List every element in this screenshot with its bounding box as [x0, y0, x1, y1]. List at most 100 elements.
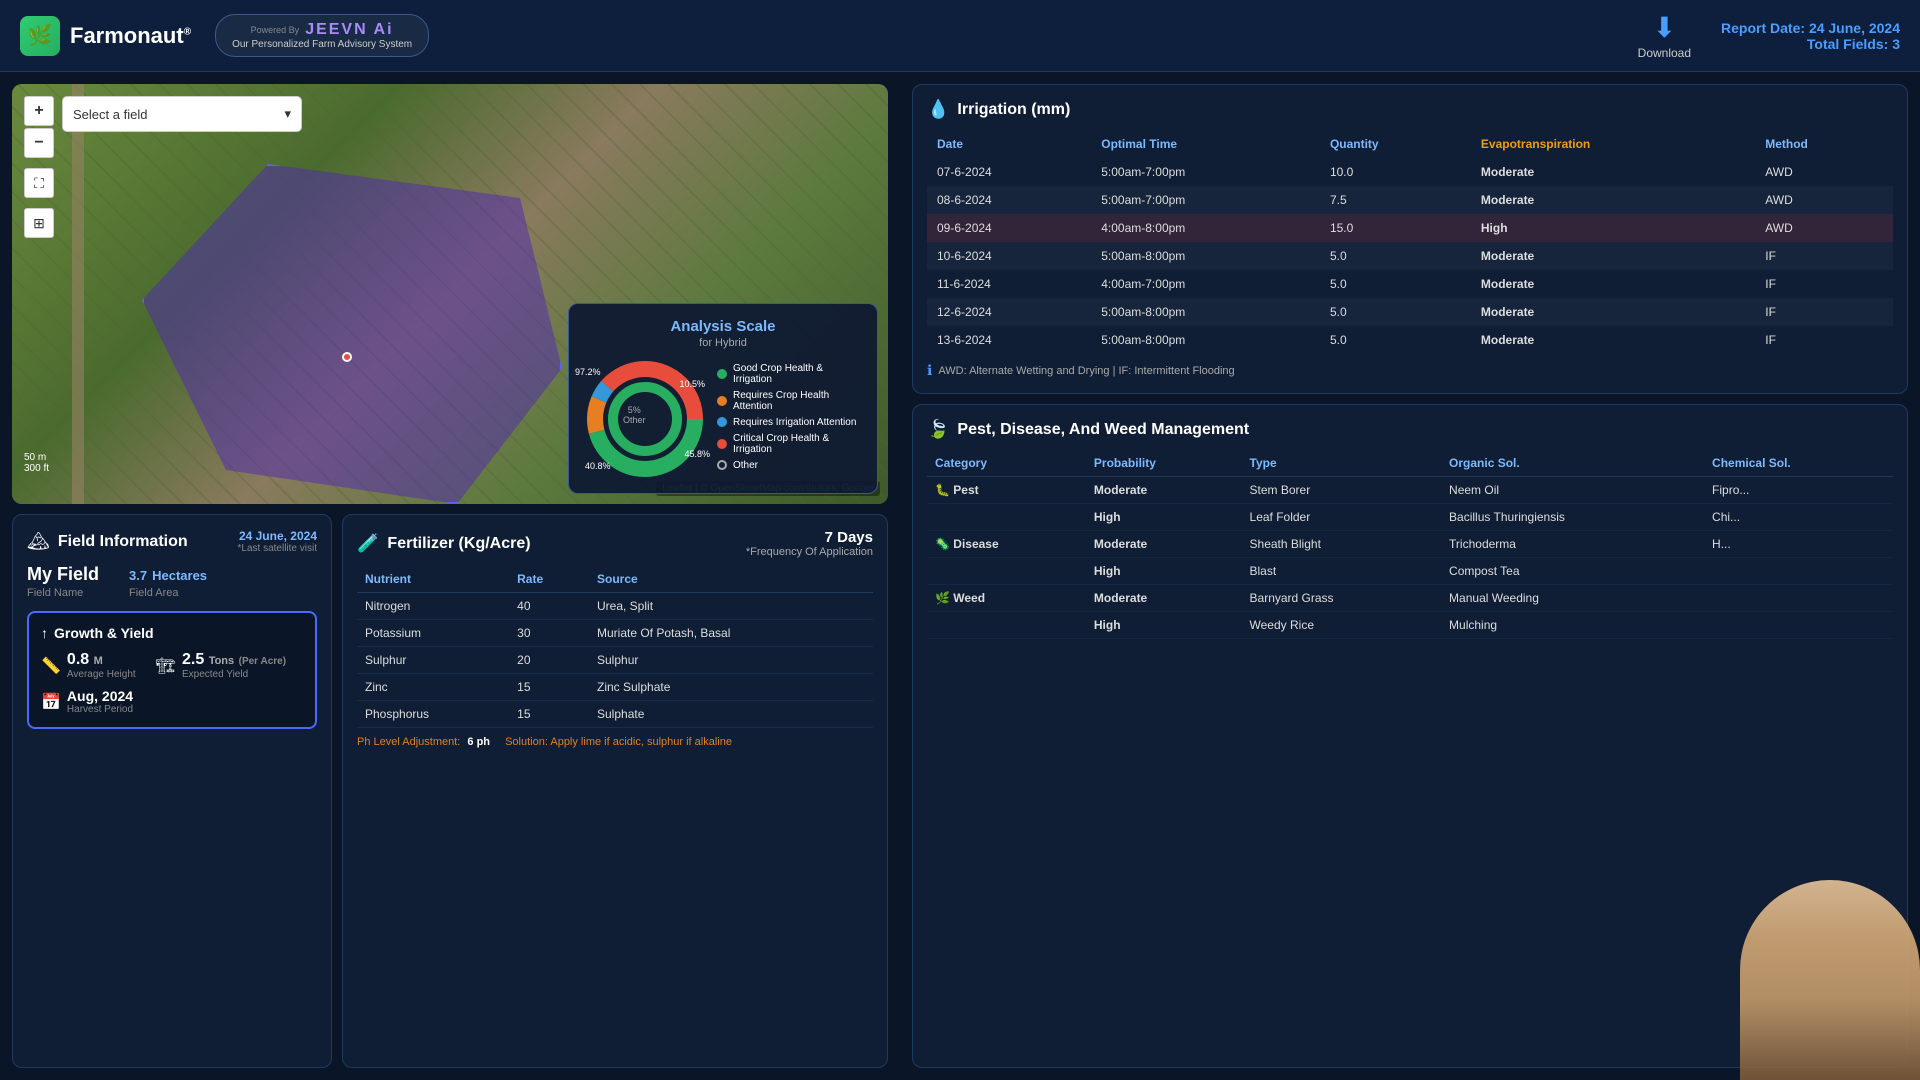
- irrigation-row: 13-6-20245:00am-8:00pm5.0ModerateIF: [927, 326, 1893, 354]
- col-optimal-time: Optimal Time: [1091, 130, 1320, 158]
- legend-item-crop-attention: Requires Crop Health Attention: [717, 390, 861, 412]
- pest-row: HighBlastCompost Tea: [927, 558, 1893, 585]
- powered-by-label: Powered By: [251, 25, 300, 35]
- field-area-value: 3.7 Hectares: [129, 564, 207, 585]
- layer-button[interactable]: ⊞: [24, 208, 54, 238]
- total-fields-value: 3: [1892, 36, 1900, 52]
- growth-icon: ↑: [41, 625, 48, 641]
- fertilizer-row: Potassium30Muriate Of Potash, Basal: [357, 620, 873, 647]
- report-date-value: 24 June, 2024: [1809, 20, 1900, 36]
- irrigation-row: 07-6-20245:00am-7:00pm10.0ModerateAWD: [927, 158, 1893, 186]
- field-info-panel: 🏔 Field Information 24 June, 2024 *Last …: [12, 514, 332, 1068]
- growth-stats: 📏 0.8 M Average Height 🏗: [41, 651, 303, 680]
- legend-dot-crop: [717, 396, 727, 406]
- fertilizer-note: Ph Level Adjustment: 6 ph Solution: Appl…: [357, 736, 873, 748]
- zoom-in-button[interactable]: +: [24, 96, 54, 126]
- legend-item-irrigation-attention: Requires Irrigation Attention: [717, 417, 861, 428]
- jeevn-badge: Powered By JEEVN Ai Our Personalized Far…: [215, 14, 429, 57]
- fertilizer-days: 7 Days: [746, 529, 873, 546]
- fertilizer-table: Nutrient Rate Source Nitrogen40Urea, Spl…: [357, 566, 873, 728]
- solution-link[interactable]: Apply lime if acidic, sulphur if alkalin…: [550, 736, 732, 748]
- irrigation-row: 10-6-20245:00am-8:00pm5.0ModerateIF: [927, 242, 1893, 270]
- yield-stat: 🏗 2.5 Tons (Per Acre) Expected Yield: [156, 651, 286, 680]
- irrigation-note: ℹ AWD: Alternate Wetting and Drying | IF…: [927, 362, 1893, 379]
- yield-label: Expected Yield: [182, 669, 286, 680]
- download-button[interactable]: ⬇ Download: [1638, 11, 1691, 60]
- growth-yield-box: ↑ Growth & Yield 📏 0.8 M Average Heig: [27, 611, 317, 729]
- field-info-title: Field Information: [58, 533, 188, 551]
- legend-item-other: Other: [717, 460, 861, 471]
- harvest-period-value: Aug, 2024: [67, 688, 133, 704]
- col-category: Category: [927, 450, 1086, 477]
- logo-icon: 🌿: [20, 16, 60, 56]
- field-info-header: 🏔 Field Information 24 June, 2024 *Last …: [27, 529, 317, 554]
- harvest-icon: 📅: [41, 692, 61, 712]
- field-name-stat: My Field Field Name: [27, 564, 99, 599]
- col-organic-sol: Organic Sol.: [1441, 450, 1704, 477]
- fertilizer-row: Zinc15Zinc Sulphate: [357, 674, 873, 701]
- legend-dot-irrigation: [717, 417, 727, 427]
- col-evap: Evapotranspiration: [1471, 130, 1755, 158]
- download-icon: ⬇: [1653, 11, 1676, 44]
- map-scale: 50 m 300 ft: [24, 452, 49, 474]
- info-icon: ℹ: [927, 362, 932, 379]
- irrigation-header: 💧 Irrigation (mm): [927, 99, 1893, 120]
- header: 🌿 Farmonaut® Powered By JEEVN Ai Our Per…: [0, 0, 1920, 72]
- field-select-dropdown[interactable]: Select a field ▾: [62, 96, 302, 132]
- col-method: Method: [1755, 130, 1893, 158]
- analysis-scale-subtitle: for Hybrid: [585, 337, 861, 349]
- bottom-left-panels: 🏔 Field Information 24 June, 2024 *Last …: [12, 514, 888, 1068]
- irrigation-row: 09-6-20244:00am-8:00pm15.0HighAWD: [927, 214, 1893, 242]
- chart-label-other: 5% Other: [623, 405, 646, 425]
- fertilizer-freq-label: *Frequency Of Application: [746, 546, 873, 558]
- left-panel: + − ⛶ ⊞ Select a field ▾ 50 m 300 ft Lea…: [0, 72, 900, 1080]
- harvest-period-label: Harvest Period: [67, 704, 133, 715]
- chart-label-458: 45.8%: [684, 449, 710, 459]
- fertilizer-icon: 🧪: [357, 533, 379, 554]
- avg-height-label: Average Height: [67, 669, 136, 680]
- jeevn-title: JEEVN Ai: [305, 21, 393, 39]
- zoom-out-button[interactable]: −: [24, 128, 54, 158]
- col-type: Type: [1242, 450, 1442, 477]
- irrigation-row: 11-6-20244:00am-7:00pm5.0ModerateIF: [927, 270, 1893, 298]
- analysis-content: 97.2% 10.5% 45.8% 5% Other 40.8% Good Cr…: [585, 359, 861, 479]
- header-left: 🌿 Farmonaut® Powered By JEEVN Ai Our Per…: [20, 14, 429, 57]
- legend-item-critical: Critical Crop Health & Irrigation: [717, 433, 861, 455]
- height-icon: 📏: [41, 656, 61, 676]
- col-source: Source: [589, 566, 873, 593]
- main-layout: + − ⛶ ⊞ Select a field ▾ 50 m 300 ft Lea…: [0, 72, 1920, 1080]
- chevron-down-icon: ▾: [284, 106, 291, 122]
- legend-dot-other: [717, 460, 727, 470]
- col-nutrient: Nutrient: [357, 566, 509, 593]
- field-info-date-label: *Last satellite visit: [238, 543, 317, 554]
- field-area-stat: 3.7 Hectares Field Area: [129, 564, 207, 599]
- pest-row: 🦠 DiseaseModerateSheath BlightTrichoderm…: [927, 531, 1893, 558]
- report-info: Report Date: 24 June, 2024 Total Fields:…: [1721, 20, 1900, 52]
- fertilizer-panel: 🧪 Fertilizer (Kg/Acre) 7 Days *Frequency…: [342, 514, 888, 1068]
- analysis-scale-popup: Analysis Scale for Hybrid: [568, 303, 878, 494]
- fullscreen-button[interactable]: ⛶: [24, 168, 54, 198]
- pest-row: 🌿 WeedModerateBarnyard GrassManual Weedi…: [927, 585, 1893, 612]
- irrigation-panel: 💧 Irrigation (mm) Date Optimal Time Quan…: [912, 84, 1908, 394]
- pest-table: Category Probability Type Organic Sol. C…: [927, 450, 1893, 639]
- avg-height-stat: 📏 0.8 M Average Height: [41, 651, 136, 680]
- analysis-scale-title: Analysis Scale: [585, 318, 861, 335]
- col-date: Date: [927, 130, 1091, 158]
- donut-chart: 97.2% 10.5% 45.8% 5% Other 40.8%: [585, 359, 705, 479]
- field-name-row: My Field Field Name 3.7 Hectares Field A…: [27, 564, 317, 599]
- pest-row: HighWeedy RiceMulching: [927, 612, 1893, 639]
- analysis-legend: Good Crop Health & Irrigation Requires C…: [717, 363, 861, 476]
- harvest-row: 📅 Aug, 2024 Harvest Period: [41, 688, 303, 715]
- col-quantity: Quantity: [1320, 130, 1471, 158]
- field-icon: 🏔: [27, 531, 50, 552]
- chart-label-97: 97.2%: [575, 367, 601, 377]
- irrigation-title: Irrigation (mm): [957, 101, 1070, 119]
- field-name-label: Field Name: [27, 587, 99, 599]
- pest-row: HighLeaf FolderBacillus ThuringiensisChi…: [927, 504, 1893, 531]
- col-probability: Probability: [1086, 450, 1242, 477]
- pest-row: 🐛 PestModerateStem BorerNeem OilFipro...: [927, 477, 1893, 504]
- field-info-date: 24 June, 2024: [238, 529, 317, 543]
- irrigation-row: 08-6-20245:00am-7:00pm7.5ModerateAWD: [927, 186, 1893, 214]
- fertilizer-title: Fertilizer (Kg/Acre): [387, 535, 530, 553]
- fertilizer-row: Phosphorus15Sulphate: [357, 701, 873, 728]
